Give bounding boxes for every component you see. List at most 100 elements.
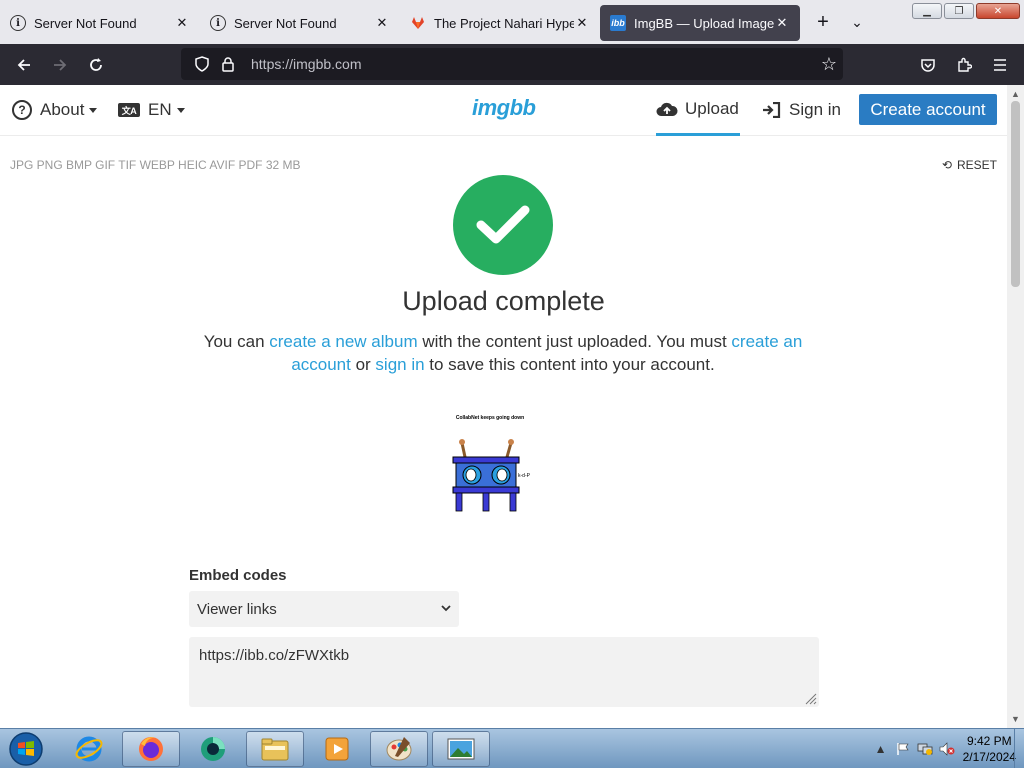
- folder-icon: [261, 738, 289, 761]
- page-scrollbar[interactable]: ▲ ▼: [1007, 85, 1024, 728]
- upload-message: You can create a new album with the cont…: [203, 330, 803, 376]
- embed-codes-select[interactable]: Viewer links: [189, 591, 459, 627]
- robot-drawing-icon: [452, 439, 520, 512]
- reload-icon: [90, 57, 102, 71]
- pocket-button[interactable]: [910, 47, 946, 83]
- firefox-icon: [139, 737, 163, 761]
- taskbar-firefox[interactable]: [122, 731, 180, 767]
- uploaded-image-thumbnail[interactable]: CollabNet keeps going down k-d-P: [440, 415, 540, 527]
- taskbar-app-circle[interactable]: [184, 731, 242, 767]
- window-controls: ▁ ❐ ✕: [912, 3, 1020, 19]
- hamburger-icon: [994, 59, 1006, 71]
- navigation-toolbar: https://imgbb.com ☆: [0, 44, 1024, 85]
- clock-time: 9:42 PM: [966, 734, 1012, 748]
- photo-viewer-icon: [447, 738, 475, 760]
- about-label: About: [40, 100, 85, 119]
- volume-muted-icon[interactable]: [939, 741, 955, 757]
- chevron-down-icon: [441, 603, 451, 615]
- gitlab-icon: [410, 15, 426, 31]
- taskbar-clock[interactable]: 9:42 PM 2/17/2024: [963, 733, 1016, 765]
- info-icon: i: [210, 15, 226, 31]
- sign-in-link[interactable]: sign in: [375, 355, 424, 374]
- tab-title: ImgBB — Upload Image —: [634, 15, 774, 31]
- scroll-up-arrow-icon[interactable]: ▲: [1007, 87, 1024, 101]
- restore-button[interactable]: ❐: [944, 3, 974, 19]
- lock-icon[interactable]: [215, 56, 241, 72]
- system-tray: ▲ 9:42 PM 2/17/2024: [867, 731, 1016, 767]
- bookmark-star-icon[interactable]: ☆: [821, 54, 837, 75]
- reset-label: RESET: [956, 158, 997, 172]
- create-account-button[interactable]: Create account: [859, 94, 997, 125]
- language-label: EN: [148, 100, 172, 119]
- sign-in-link[interactable]: Sign in: [762, 97, 841, 123]
- tab-title: Server Not Found: [34, 15, 137, 31]
- back-arrow-icon: [17, 58, 30, 71]
- imgbb-icon: ibb: [610, 15, 626, 31]
- scrollbar-thumb[interactable]: [1011, 101, 1020, 287]
- close-icon[interactable]: ✕: [574, 15, 590, 31]
- site-header: ? About 文A EN imgbb Upload Sign in Creat…: [0, 85, 1007, 136]
- tab-imgbb[interactable]: ibb ImgBB — Upload Image — ✕: [600, 5, 800, 41]
- embed-select-value: Viewer links: [197, 600, 277, 618]
- message-text: You can: [203, 332, 270, 351]
- language-menu[interactable]: 文A EN: [118, 97, 185, 123]
- reload-button[interactable]: [78, 47, 114, 83]
- toolbar-right: [910, 47, 1018, 83]
- message-text: or: [350, 355, 376, 374]
- taskbar-file-explorer[interactable]: [246, 731, 304, 767]
- undo-icon: ⟲: [941, 158, 952, 172]
- start-button[interactable]: [6, 730, 46, 768]
- sign-in-icon: [762, 102, 781, 118]
- taskbar-image-viewer[interactable]: [432, 731, 490, 767]
- imgbb-logo[interactable]: imgbb: [472, 95, 536, 121]
- tab-server-not-found-2[interactable]: i Server Not Found ✕: [200, 5, 400, 41]
- close-icon[interactable]: ✕: [174, 15, 190, 31]
- scroll-down-arrow-icon[interactable]: ▼: [1007, 712, 1024, 726]
- about-menu[interactable]: ? About: [12, 97, 98, 123]
- url-text[interactable]: https://imgbb.com: [251, 56, 362, 72]
- taskbar-paint[interactable]: [370, 731, 428, 767]
- close-icon[interactable]: ✕: [774, 15, 790, 31]
- new-tab-button[interactable]: +: [806, 7, 840, 37]
- pocket-icon: [921, 59, 935, 72]
- show-desktop-button[interactable]: [1014, 729, 1024, 768]
- back-button[interactable]: [6, 47, 42, 83]
- window-close-button[interactable]: ✕: [976, 3, 1020, 19]
- menu-button[interactable]: [982, 47, 1018, 83]
- tab-server-not-found-1[interactable]: i Server Not Found ✕: [0, 5, 200, 41]
- clock-date: 2/17/2024: [962, 750, 1016, 764]
- puzzle-icon: [958, 57, 972, 72]
- upload-tab[interactable]: Upload: [656, 85, 740, 136]
- tab-bar: i Server Not Found ✕ i Server Not Found …: [0, 0, 1024, 44]
- resize-grip-icon[interactable]: [803, 691, 817, 705]
- url-bar[interactable]: https://imgbb.com ☆: [181, 48, 843, 80]
- minimize-button[interactable]: ▁: [912, 3, 942, 19]
- extensions-button[interactable]: [946, 47, 982, 83]
- forward-arrow-icon: [54, 58, 67, 71]
- taskbar-media-player[interactable]: [308, 731, 366, 767]
- media-player-icon: [325, 737, 349, 761]
- reset-button[interactable]: ⟲ RESET: [942, 158, 997, 172]
- close-icon[interactable]: ✕: [374, 15, 390, 31]
- tab-project-nahari[interactable]: The Project Nahari HyperV ✕: [400, 5, 600, 41]
- create-album-link[interactable]: create a new album: [269, 332, 417, 351]
- language-icon: 文A: [118, 103, 140, 117]
- cloud-upload-icon: [656, 101, 678, 117]
- caret-down-icon: [176, 107, 185, 113]
- list-all-tabs-button[interactable]: ⌄: [840, 7, 874, 37]
- web-page: ? About 文A EN imgbb Upload Sign in Creat…: [0, 85, 1007, 728]
- upload-complete-title: Upload complete: [402, 286, 605, 316]
- caret-down-icon: [89, 107, 98, 113]
- shield-icon[interactable]: [189, 56, 215, 72]
- paint-palette-icon: [386, 737, 412, 761]
- embed-code-textarea[interactable]: https://ibb.co/zFWXtkb: [189, 637, 819, 707]
- app-icon: [201, 737, 225, 761]
- question-icon: ?: [12, 100, 32, 120]
- network-icon[interactable]: [917, 741, 933, 757]
- show-hidden-icons-icon[interactable]: ▲: [873, 741, 889, 757]
- action-center-flag-icon[interactable]: [895, 741, 911, 757]
- taskbar: ▲ 9:42 PM 2/17/2024: [0, 728, 1024, 768]
- forward-button[interactable]: [42, 47, 78, 83]
- taskbar-internet-explorer[interactable]: [60, 731, 118, 767]
- internet-explorer-icon: [75, 736, 103, 762]
